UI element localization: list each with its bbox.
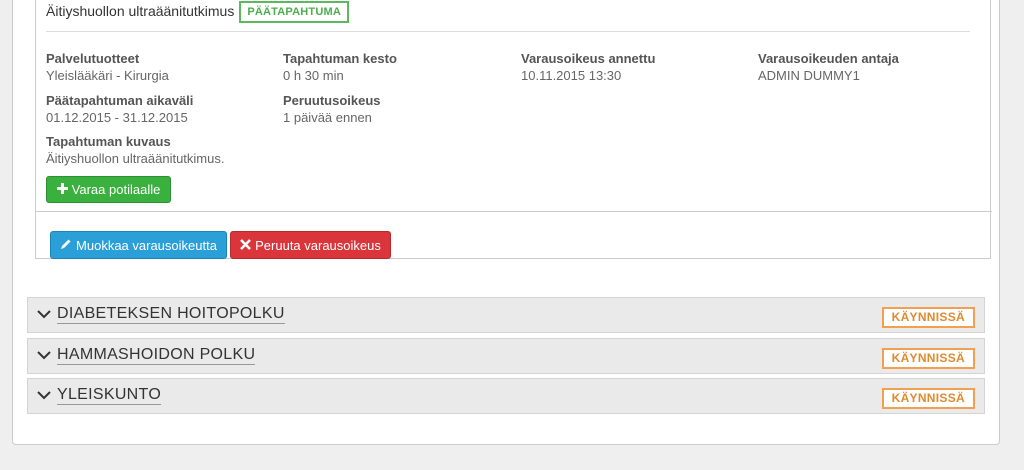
field-description: Tapahtuman kuvaus Äitiyshuollon ultraään… — [46, 134, 224, 167]
event-header: Äitiyshuollon ultraäänitutkimus PÄÄTAPAH… — [46, 1, 970, 32]
care-path-row-fitness[interactable]: YLEISKUNTO KÄYNNISSÄ — [27, 378, 985, 414]
field-value: 01.12.2015 - 31.12.2015 — [46, 110, 188, 125]
field-label: Varausoikeuden antaja — [758, 51, 899, 66]
field-granted-by: Varausoikeuden antaja ADMIN DUMMY1 — [758, 51, 899, 84]
field-cancellation-right: Peruutusoikeus 1 päivää ennen — [283, 93, 381, 126]
field-label: Peruutusoikeus — [283, 93, 381, 108]
field-label: Tapahtuman kuvaus — [46, 134, 171, 149]
care-path-row-dental[interactable]: HAMMASHOIDON POLKU KÄYNNISSÄ — [27, 338, 985, 374]
field-label: Palvelutuotteet — [46, 51, 140, 66]
chevron-down-icon[interactable] — [36, 347, 52, 363]
field-main-event-period: Päätapahtuman aikaväli 01.12.2015 - 31.1… — [46, 93, 193, 126]
care-path-title[interactable]: HAMMASHOIDON POLKU — [57, 346, 256, 365]
field-value: 10.11.2015 13:30 — [521, 68, 622, 83]
field-value: Äitiyshuollon ultraäänitutkimus. — [46, 151, 225, 166]
cancel-booking-right-button[interactable]: Peruuta varausoikeus — [230, 231, 391, 259]
main-event-badge: PÄÄTAPAHTUMA — [239, 1, 349, 23]
care-path-title[interactable]: DIABETEKSEN HOITOPOLKU — [57, 305, 285, 324]
plus-icon — [56, 182, 68, 197]
chevron-down-icon[interactable] — [36, 387, 52, 403]
field-value: ADMIN DUMMY1 — [758, 68, 860, 83]
chevron-down-icon[interactable] — [36, 306, 52, 322]
close-icon — [240, 238, 252, 253]
status-badge: KÄYNNISSÄ — [881, 307, 975, 328]
field-label: Tapahtuman kesto — [283, 51, 397, 66]
edit-booking-right-button[interactable]: Muokkaa varausoikeutta — [50, 231, 227, 259]
care-path-row-diabetes[interactable]: DIABETEKSEN HOITOPOLKU KÄYNNISSÄ — [27, 297, 985, 333]
field-granted-at: Varausoikeus annettu 10.11.2015 13:30 — [521, 51, 655, 84]
field-service-products: Palvelutuotteet Yleislääkäri - Kirurgia — [46, 51, 169, 84]
event-card: Äitiyshuollon ultraäänitutkimus PÄÄTAPAH… — [35, 0, 992, 259]
cancel-booking-right-label: Peruuta varausoikeus — [255, 237, 381, 253]
event-title: Äitiyshuollon ultraäänitutkimus — [46, 3, 235, 19]
field-value: 1 päivää ennen — [283, 110, 372, 125]
field-label: Varausoikeus annettu — [521, 51, 656, 66]
field-duration: Tapahtuman kesto 0 h 30 min — [283, 51, 397, 84]
field-value: Yleislääkäri - Kirurgia — [46, 68, 169, 83]
field-value: 0 h 30 min — [283, 68, 344, 83]
care-path-title[interactable]: YLEISKUNTO — [57, 386, 162, 405]
pencil-icon — [60, 238, 72, 253]
edit-booking-right-label: Muokkaa varausoikeutta — [76, 237, 217, 253]
field-label: Päätapahtuman aikaväli — [46, 93, 194, 108]
book-for-patient-button[interactable]: Varaa potilaalle — [46, 176, 171, 203]
status-badge: KÄYNNISSÄ — [881, 348, 975, 369]
book-for-patient-label: Varaa potilaalle — [71, 182, 161, 197]
status-badge: KÄYNNISSÄ — [881, 388, 975, 409]
divider — [36, 211, 992, 212]
